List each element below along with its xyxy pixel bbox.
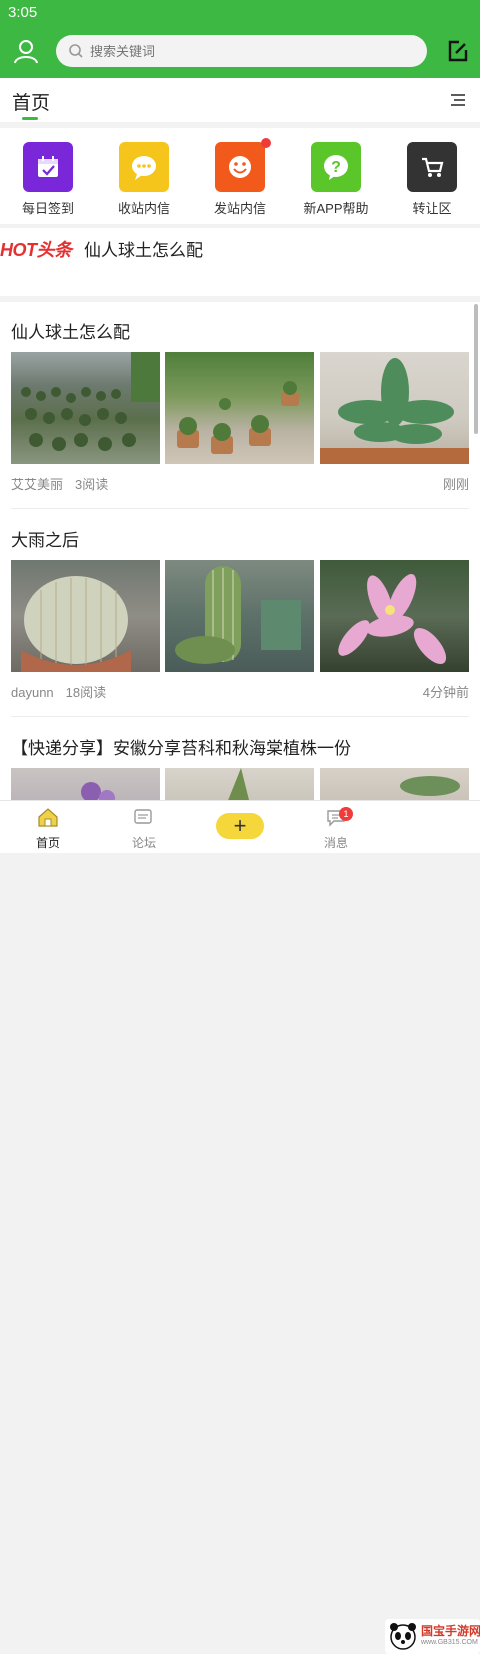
hot-title[interactable]: 仙人球土怎么配	[84, 236, 203, 261]
new-post-button[interactable]: +	[216, 813, 264, 839]
quick-link-help[interactable]: ? 新APP帮助	[296, 142, 376, 217]
forum-icon	[134, 809, 152, 824]
post-image[interactable]	[320, 352, 469, 464]
quick-link-label: 收站内信	[117, 201, 170, 216]
quick-link-label: 转让区	[412, 201, 452, 216]
post-feed: 仙人球土怎么配 艾艾美丽 3阅读 刚刚 大雨之后 dayunn 18阅读 4分钟…	[0, 302, 480, 807]
quick-link-label: 新APP帮助	[303, 201, 369, 216]
quick-link-inbox[interactable]: 收站内信	[104, 142, 184, 217]
notification-dot	[261, 138, 271, 148]
watermark-brand: 国宝手游网	[421, 1624, 480, 1638]
post-divider	[11, 716, 469, 717]
nav-forum-label: 论坛	[131, 836, 156, 850]
search-input[interactable]	[90, 41, 410, 61]
smiley-icon	[215, 138, 271, 192]
profile-button[interactable]	[12, 37, 40, 65]
hot-logo: HOT头条	[0, 240, 72, 260]
search-icon	[69, 44, 83, 58]
quick-link-label: 每日签到	[21, 201, 74, 216]
post-item[interactable]: 仙人球土怎么配 艾艾美丽 3阅读 刚刚	[0, 302, 480, 506]
nav-forum[interactable]: 论坛	[104, 807, 184, 851]
post-images	[11, 560, 469, 672]
post-title[interactable]: 仙人球土怎么配	[11, 318, 130, 343]
tab-home[interactable]: 首页	[12, 88, 50, 115]
hot-headline[interactable]: HOT头条 仙人球土怎么配	[0, 228, 480, 296]
quick-links: 每日签到 收站内信 发站内信 ? 新APP帮助 转让区	[0, 128, 480, 224]
quick-link-checkin[interactable]: 每日签到	[8, 142, 88, 217]
post-image[interactable]	[11, 560, 160, 672]
post-meta: 艾艾美丽 3阅读	[11, 474, 108, 493]
bottom-nav: 首页 论坛 + 消息 1 国宝手游网 www.GB315.COM	[0, 800, 480, 1654]
post-title[interactable]: 大雨之后	[11, 526, 79, 551]
calendar-check-icon	[23, 142, 73, 192]
watermark-logo: 国宝手游网 www.GB315.COM	[385, 1619, 480, 1654]
compose-button[interactable]	[446, 39, 470, 63]
post-time: 4分钟前	[422, 685, 469, 700]
post-meta: dayunn 18阅读	[11, 682, 106, 701]
quick-link-label: 发站内信	[213, 201, 266, 216]
post-item[interactable]: 大雨之后 dayunn 18阅读 4分钟前	[0, 510, 480, 714]
post-item[interactable]: 【快递分享】安徽分享苔科和秋海棠植株一份	[0, 718, 480, 807]
status-bar: 3:05	[0, 0, 480, 26]
tab-bar: 首页	[0, 78, 480, 122]
status-time: 3:05	[8, 4, 38, 21]
nav-messages-label: 消息	[323, 836, 348, 850]
post-image[interactable]	[165, 352, 314, 464]
tab-active-indicator	[22, 117, 38, 120]
post-images	[11, 352, 469, 464]
chat-bubble-icon	[119, 142, 169, 192]
quick-link-transfer[interactable]: 转让区	[392, 142, 472, 217]
menu-icon	[451, 94, 465, 106]
post-image[interactable]	[11, 352, 160, 464]
question-icon: ?	[311, 142, 361, 192]
post-image[interactable]	[320, 560, 469, 672]
feed-scrollbar[interactable]	[474, 304, 478, 434]
cart-icon	[407, 142, 457, 192]
top-bar	[0, 26, 480, 78]
post-image[interactable]	[165, 560, 314, 672]
quick-link-send-message[interactable]: 发站内信	[200, 138, 280, 217]
user-icon	[14, 40, 38, 64]
post-divider	[11, 508, 469, 509]
post-author[interactable]: dayunn	[11, 685, 54, 700]
svg-text:?: ?	[331, 159, 341, 176]
post-reads: 3阅读	[75, 477, 109, 492]
nav-home-label: 首页	[35, 836, 60, 850]
tab-menu-button[interactable]	[450, 92, 466, 108]
nav-home[interactable]: 首页	[8, 807, 88, 851]
home-icon	[38, 808, 58, 827]
post-author[interactable]: 艾艾美丽	[11, 477, 63, 492]
compose-icon	[448, 40, 468, 62]
plus-icon: +	[233, 813, 247, 838]
message-count-badge: 1	[339, 807, 353, 821]
post-time: 刚刚	[442, 477, 469, 492]
search-bar[interactable]	[56, 35, 427, 67]
panda-icon	[390, 1623, 416, 1650]
post-title[interactable]: 【快递分享】安徽分享苔科和秋海棠植株一份	[11, 734, 351, 759]
post-reads: 18阅读	[65, 685, 107, 700]
watermark-url: www.GB315.COM	[421, 1639, 478, 1646]
nav-messages[interactable]: 消息	[296, 807, 376, 851]
